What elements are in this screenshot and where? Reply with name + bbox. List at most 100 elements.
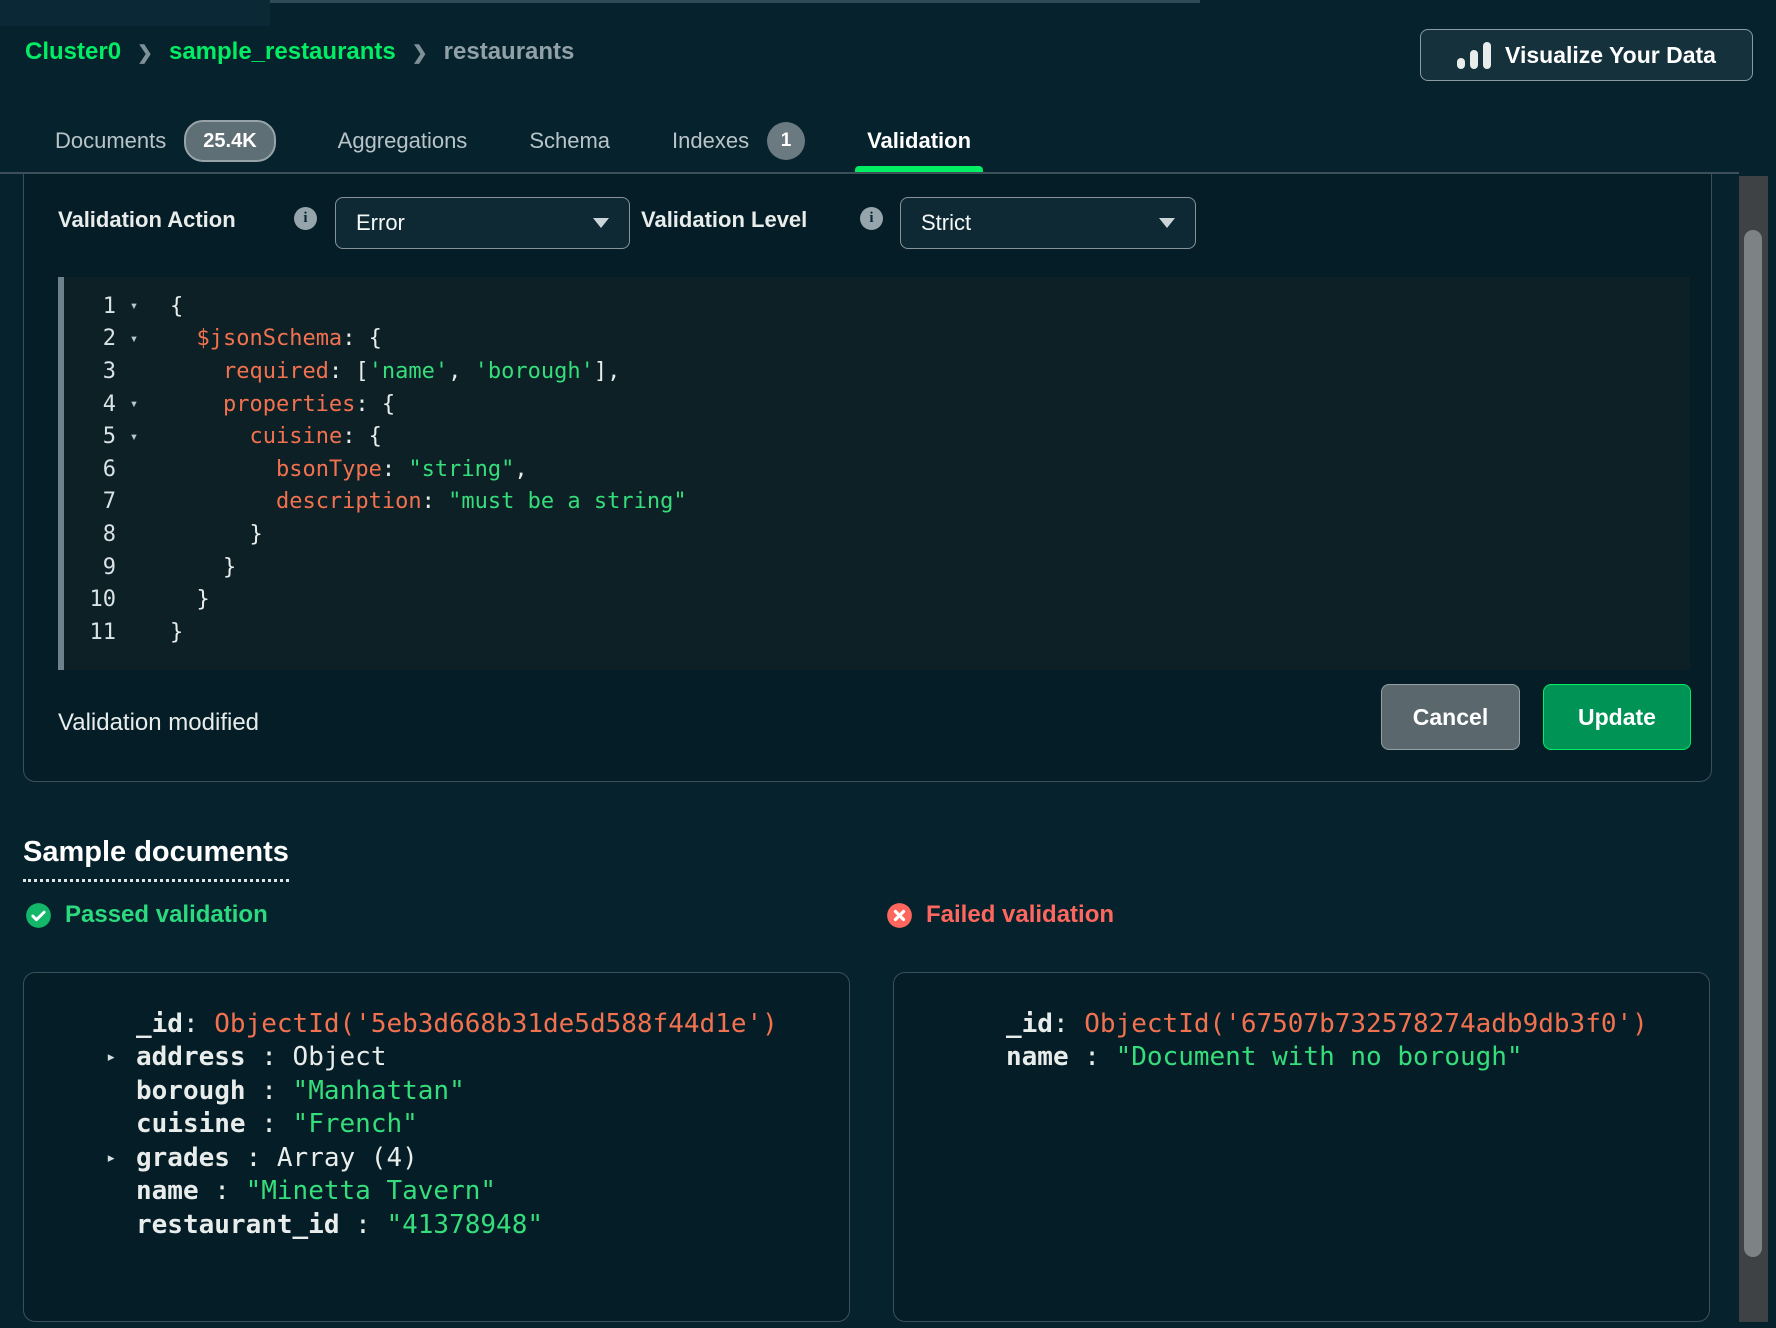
- code-line: 8}: [58, 518, 1690, 551]
- field-value: Array (4): [277, 1143, 418, 1173]
- field-separator: :: [183, 1009, 214, 1039]
- document-field-row[interactable]: restaurant_id : "41378948": [24, 1208, 849, 1242]
- validation-modified-status: Validation modified: [58, 708, 259, 738]
- code-text: required: ['name', 'borough'],: [170, 359, 620, 384]
- breadcrumb-database[interactable]: sample_restaurants: [169, 38, 396, 66]
- cancel-button[interactable]: Cancel: [1381, 684, 1520, 750]
- scrollbar-thumb[interactable]: [1744, 230, 1762, 1257]
- validation-action-value: Error: [356, 210, 405, 236]
- compass-validation-screen: Cluster0 ❯ sample_restaurants ❯ restaura…: [0, 0, 1776, 1328]
- validation-action-select[interactable]: Error: [335, 197, 630, 249]
- field-name: address: [136, 1042, 246, 1072]
- field-separator: :: [246, 1042, 293, 1072]
- code-text: {: [170, 294, 183, 319]
- code-line: 5▾ cuisine: {: [58, 420, 1690, 453]
- line-number: 1: [58, 294, 116, 319]
- code-line: 6bsonType: "string",: [58, 453, 1690, 486]
- visualize-your-data-button[interactable]: Visualize Your Data: [1420, 29, 1753, 81]
- line-number: 3: [58, 359, 116, 384]
- tab-label: Documents: [55, 128, 166, 154]
- validation-level-select[interactable]: Strict: [900, 197, 1196, 249]
- field-value: "Minetta Tavern": [246, 1176, 496, 1206]
- tab-documents[interactable]: Documents 25.4K: [55, 108, 276, 174]
- code-line: 2▾ $jsonSchema: {: [58, 323, 1690, 356]
- code-line: 4▾ properties: {: [58, 388, 1690, 421]
- fold-arrow-icon[interactable]: ▾: [116, 396, 152, 412]
- breadcrumb: Cluster0 ❯ sample_restaurants ❯ restaura…: [25, 38, 574, 66]
- tab-label: Aggregations: [338, 128, 468, 154]
- document-field-row[interactable]: ▸address : Object: [24, 1041, 849, 1075]
- document-field-row[interactable]: name : "Document with no borough": [894, 1041, 1709, 1075]
- code-text: }: [170, 522, 263, 547]
- code-text: properties: {: [170, 392, 395, 417]
- field-name: _id: [1006, 1009, 1053, 1039]
- field-separator: :: [230, 1143, 277, 1173]
- editor-gutter-strip: [58, 277, 64, 670]
- info-icon[interactable]: i: [860, 207, 883, 230]
- line-number: 9: [58, 555, 116, 580]
- field-separator: :: [340, 1210, 387, 1240]
- code-text: }: [170, 587, 210, 612]
- code-line: 7description: "must be a string": [58, 486, 1690, 519]
- code-text: }: [170, 555, 236, 580]
- document-field-row[interactable]: borough : "Manhattan": [24, 1074, 849, 1108]
- tab-label: Validation: [867, 128, 971, 154]
- tab-badge-documents: 25.4K: [184, 120, 275, 162]
- tab-indexes[interactable]: Indexes1: [672, 108, 805, 174]
- schema-code-editor[interactable]: 1▾{2▾$jsonSchema: {3required: ['name', '…: [58, 277, 1690, 670]
- workspace-tabbar-divider: [270, 0, 1200, 3]
- validation-level-value: Strict: [921, 210, 971, 236]
- document-field-row[interactable]: _id: ObjectId('5eb3d668b31de5d588f44d1e'…: [24, 1007, 849, 1041]
- line-number: 5: [58, 424, 116, 449]
- sample-documents-title: Sample documents: [23, 836, 289, 882]
- line-number: 7: [58, 489, 116, 514]
- field-separator: :: [1053, 1009, 1084, 1039]
- code-line: 11}: [58, 616, 1690, 649]
- fold-arrow-icon[interactable]: ▾: [116, 298, 152, 314]
- validation-settings-card: Validation Action i Error Validation Lev…: [23, 174, 1712, 782]
- failed-document-card: _id: ObjectId('67507b732578274adb9db3f0'…: [893, 972, 1710, 1322]
- line-number: 4: [58, 392, 116, 417]
- document-field-row[interactable]: cuisine : "French": [24, 1108, 849, 1142]
- fold-arrow-icon[interactable]: ▾: [116, 331, 152, 347]
- caret-down-icon: [1159, 218, 1175, 228]
- field-value: "French": [293, 1109, 418, 1139]
- info-icon[interactable]: i: [294, 207, 317, 230]
- workspace-tab-remnant: [0, 0, 270, 26]
- expand-arrow-icon[interactable]: ▸: [106, 1047, 136, 1067]
- field-value: ObjectId('5eb3d668b31de5d588f44d1e'): [214, 1009, 778, 1039]
- field-name: name: [136, 1176, 199, 1206]
- update-button[interactable]: Update: [1543, 684, 1691, 750]
- tab-label: Schema: [529, 128, 610, 154]
- line-number: 2: [58, 326, 116, 351]
- passed-validation-text: Passed validation: [65, 901, 268, 929]
- tab-badge-indexes: 1: [767, 122, 805, 160]
- document-field-row[interactable]: _id: ObjectId('67507b732578274adb9db3f0'…: [894, 1007, 1709, 1041]
- breadcrumb-cluster[interactable]: Cluster0: [25, 38, 121, 66]
- failed-validation-label: Failed validation: [886, 901, 1114, 929]
- field-value: "41378948": [386, 1210, 543, 1240]
- tab-aggregations[interactable]: Aggregations: [338, 108, 468, 174]
- code-line: 9}: [58, 551, 1690, 584]
- field-separator: :: [1069, 1042, 1116, 1072]
- code-text: }: [170, 620, 183, 645]
- code-line: 1▾ {: [58, 290, 1690, 323]
- code-text: cuisine: {: [170, 424, 382, 449]
- field-value: "Manhattan": [293, 1076, 465, 1106]
- document-field-row[interactable]: ▸grades : Array (4): [24, 1141, 849, 1175]
- field-name: borough: [136, 1076, 246, 1106]
- code-text: $jsonSchema: {: [170, 326, 382, 351]
- document-field-row[interactable]: name : "Minetta Tavern": [24, 1175, 849, 1209]
- tab-schema[interactable]: Schema: [529, 108, 610, 174]
- fold-arrow-icon[interactable]: ▾: [116, 429, 152, 445]
- field-separator: :: [246, 1109, 293, 1139]
- tab-validation[interactable]: Validation: [867, 108, 971, 174]
- line-number: 11: [58, 620, 116, 645]
- passed-validation-label: Passed validation: [25, 901, 268, 929]
- scrollbar-track[interactable]: [1739, 176, 1768, 1322]
- field-value: ObjectId('67507b732578274adb9db3f0'): [1084, 1009, 1648, 1039]
- code-text: bsonType: "string",: [170, 457, 528, 482]
- expand-arrow-icon[interactable]: ▸: [106, 1148, 136, 1168]
- field-value: Object: [293, 1042, 387, 1072]
- collection-tab-bar: Documents 25.4K Aggregations Schema Indexes1…: [55, 108, 971, 174]
